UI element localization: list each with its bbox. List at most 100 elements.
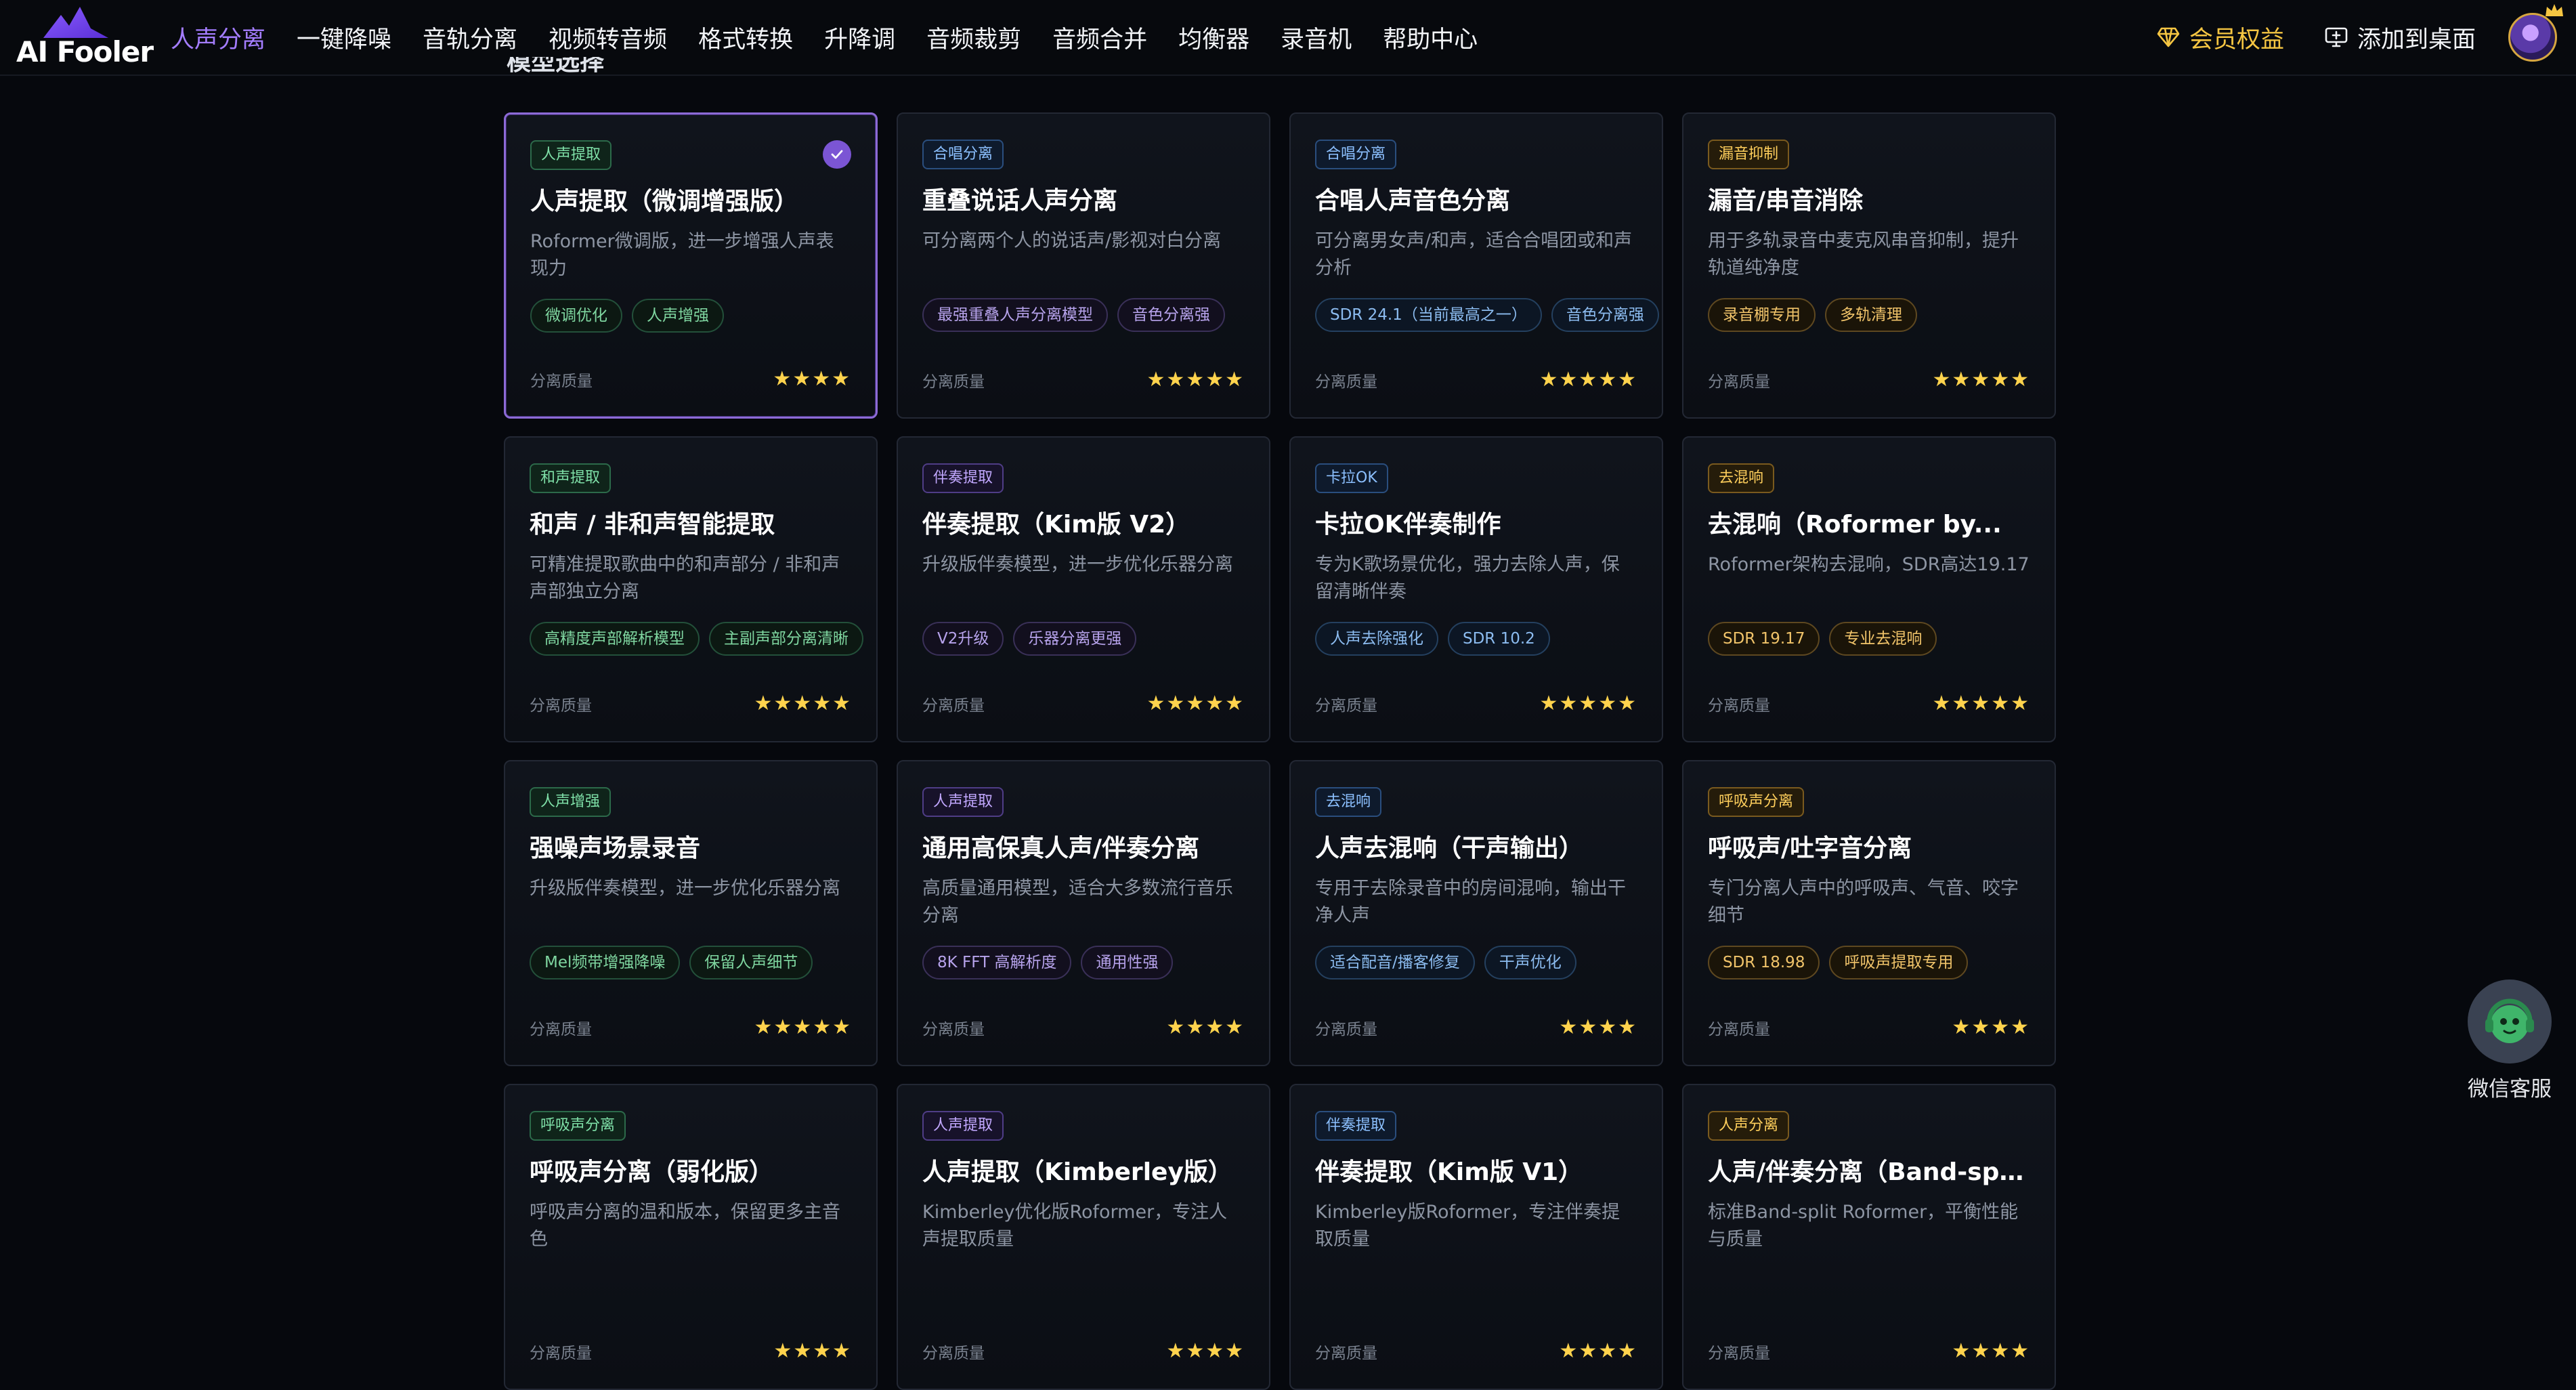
category-badge: 合唱分离 (922, 140, 1004, 169)
wechat-service-button[interactable]: 微信客服 (2462, 980, 2557, 1102)
category-badge: 人声分离 (1708, 1111, 1790, 1141)
tag-list: SDR 19.17 专业去混响 (1708, 622, 2030, 656)
card-footer: 分离质量 ★★★★★ (530, 1015, 852, 1039)
model-card[interactable]: 合唱分离合唱人声音色分离可分离男女声/和声，适合合唱团或和声分析 SDR 24.1… (1289, 112, 1663, 419)
tag-list: Mel频带增强降噪 保留人声细节 (530, 946, 852, 980)
logo[interactable]: AI Fooler (16, 5, 154, 70)
nav-item-track-separation[interactable]: 音轨分离 (423, 20, 517, 55)
card-footer: 分离质量 ★★★★ (1315, 1015, 1637, 1039)
tag-list: 人声去除强化 SDR 10.2 (1315, 622, 1637, 656)
category-badge: 呼吸声分离 (1708, 787, 1805, 817)
nav-item-audio-merge[interactable]: 音频合并 (1052, 20, 1147, 55)
tag-list: 适合配音/播客修复 干声优化 (1315, 946, 1637, 980)
nav-item-format-convert[interactable]: 格式转换 (698, 20, 793, 55)
star-rating-icon: ★★★★ (1166, 1339, 1245, 1363)
section-title: 模型选择 (507, 57, 604, 80)
add-to-desktop-button[interactable]: 添加到桌面 (2325, 20, 2476, 55)
category-badge: 卡拉OK (1315, 463, 1388, 493)
category-badge: 伴奏提取 (1315, 1111, 1397, 1141)
star-rating-icon: ★★★★★ (1932, 692, 2030, 715)
model-card-grid: 人声提取 人声提取（微调增强版） Roformer微调版，进一步增强人声表现力 微调优… (504, 112, 2056, 1390)
quality-label: 分离质量 (922, 696, 985, 715)
quality-label: 分离质量 (1315, 696, 1377, 715)
card-footer: 分离质量 ★★★★★ (922, 368, 1245, 392)
avatar[interactable] (2508, 4, 2563, 62)
quality-label: 分离质量 (1708, 696, 1770, 715)
card-description: Kimberley优化版Roformer，专注人声提取质量 (922, 1202, 1228, 1250)
model-card[interactable]: 去混响 人声去混响（干声输出） 专用于去除录音中的房间混响，输出干净人声 适合配音/播… (1289, 760, 1663, 1066)
card-title: 漏音/串音消除 (1708, 187, 1864, 215)
star-rating-icon: ★★★★ (773, 1339, 852, 1363)
nav-item-denoise[interactable]: 一键降噪 (297, 20, 391, 55)
wechat-service-label: 微信客服 (2468, 1077, 2552, 1101)
model-card[interactable]: 人声提取 通用高保真人声/伴奏分离 高质量通用模型，适合大多数流行音乐分离 8K FF… (897, 760, 1270, 1066)
vip-benefits-button[interactable]: 会员权益 (2157, 20, 2284, 55)
model-card[interactable]: 漏音抑制 漏音/串音消除 用于多轨录音中麦克风串音抑制，提升轨道纯净度 录音棚专用 多轨… (1682, 112, 2056, 419)
feature-tag: 录音棚专用 (1708, 298, 1816, 332)
tag-list: 8K FFT 高解析度 通用性强 (922, 946, 1245, 980)
card-title: 通用高保真人声/伴奏分离 (922, 835, 1200, 862)
card-description: Roformer架构去混响，SDR高达19.17 (1708, 554, 2030, 575)
star-rating-icon: ★★★★★ (1932, 368, 2030, 392)
nav-item-video-to-audio[interactable]: 视频转音频 (549, 20, 667, 55)
category-badge: 去混响 (1708, 463, 1775, 493)
card-description: 升级版伴奏模型，进一步优化乐器分离 (530, 878, 840, 899)
tag-list: 微调优化 人声增强 (530, 299, 851, 333)
card-description: Kimberley版Roformer，专注伴奏提取质量 (1315, 1202, 1620, 1250)
star-rating-icon: ★★★★★ (754, 692, 852, 715)
card-footer: 分离质量 ★★★★★ (530, 692, 852, 715)
model-card[interactable]: 呼吸声分离 呼吸声分离（弱化版） 呼吸声分离的温和版本，保留更多主音色 分离质量 ★★★… (504, 1084, 878, 1390)
card-description: 可分离男女声/和声，适合合唱团或和声分析 (1315, 230, 1633, 278)
feature-tag: 高精度声部解析模型 (530, 622, 700, 656)
main-nav: 人声分离 一键降噪 音轨分离 视频转音频 格式转换 升降调 音频裁剪 音频合并 … (171, 0, 1509, 75)
card-description: 可精准提取歌曲中的和声部分 / 非和声声部独立分离 (530, 554, 840, 602)
quality-label: 分离质量 (922, 1020, 985, 1038)
model-card[interactable]: 伴奏提取 伴奏提取（Kim版 V1） Kimberley版Roformer，专注伴奏… (1289, 1084, 1663, 1390)
star-rating-icon: ★★★★ (1952, 1015, 2030, 1039)
card-title: 人声提取（微调增强版） (530, 188, 799, 215)
nav-item-equalizer[interactable]: 均衡器 (1178, 20, 1249, 55)
nav-item-pitch-shift[interactable]: 升降调 (824, 20, 895, 55)
logo-wave-icon (43, 7, 108, 38)
card-description: Roformer微调版，进一步增强人声表现力 (530, 231, 834, 279)
feature-tag: SDR 24.1（当前最高之一） (1315, 298, 1542, 332)
category-badge: 合唱分离 (1315, 140, 1397, 169)
nav-item-audio-trim[interactable]: 音频裁剪 (926, 20, 1021, 55)
quality-label: 分离质量 (530, 696, 592, 715)
card-title: 呼吸声/吐字音分离 (1708, 835, 1912, 862)
nav-item-vocal-separation[interactable]: 人声分离 (171, 20, 265, 55)
feature-tag: 乐器分离更强 (1013, 622, 1137, 656)
diamond-icon (2157, 27, 2180, 47)
tag-list: 高精度声部解析模型 主副声部分离清晰 (530, 622, 863, 656)
feature-tag: SDR 19.17 (1708, 622, 1820, 656)
monitor-icon (2325, 27, 2348, 47)
feature-tag: 音色分离强 (1551, 298, 1659, 332)
card-title: 人声提取（Kimberley版） (922, 1158, 1232, 1186)
model-card[interactable]: 去混响 去混响（Roformer by... Roformer架构去混响，SDR高达… (1682, 436, 2056, 742)
feature-tag: 人声去除强化 (1315, 622, 1438, 656)
card-description: 用于多轨录音中麦克风串音抑制，提升轨道纯净度 (1708, 230, 2019, 278)
model-card[interactable]: 人声分离 人声/伴奏分离（Band-split） 标准Band-split Rofo… (1682, 1084, 2056, 1390)
category-badge: 漏音抑制 (1708, 140, 1790, 169)
nav-item-recorder[interactable]: 录音机 (1281, 20, 1352, 55)
model-card[interactable]: 卡拉OK 卡拉OK伴奏制作 专为K歌场景优化，强力去除人声，保留清晰伴奏 人声去除强化… (1289, 436, 1663, 742)
card-footer: 分离质量 ★★★★★ (922, 692, 1245, 715)
nav-item-help-center[interactable]: 帮助中心 (1383, 20, 1478, 55)
model-card[interactable]: 人声增强 强噪声场景录音 升级版伴奏模型，进一步优化乐器分离 Mel频带增强降噪 保留人… (504, 760, 878, 1066)
quality-label: 分离质量 (1315, 1344, 1377, 1362)
card-title: 人声/伴奏分离（Band-split） (1708, 1158, 2030, 1186)
model-card[interactable]: 人声提取 人声提取（微调增强版） Roformer微调版，进一步增强人声表现力 微调优… (504, 112, 878, 419)
model-card[interactable]: 和声提取 和声 / 非和声智能提取 可精准提取歌曲中的和声部分 / 非和声声部独立分… (504, 436, 878, 742)
card-title: 合唱人声音色分离 (1315, 187, 1511, 215)
category-badge: 伴奏提取 (922, 463, 1004, 493)
feature-tag: 保留人声细节 (689, 946, 813, 980)
model-card[interactable]: 人声提取 人声提取（Kimberley版） Kimberley优化版Roformer… (897, 1084, 1270, 1390)
feature-tag: 音色分离强 (1117, 298, 1225, 332)
feature-tag: 专业去混响 (1829, 622, 1937, 656)
model-card[interactable]: 呼吸声分离 呼吸声/吐字音分离 专门分离人声中的呼吸声、气音、咬字细节 SDR 18.… (1682, 760, 2056, 1066)
model-card[interactable]: 合唱分离 重叠说话人声分离 可分离两个人的说话声/影视对白分离 最强重叠人声分离模型音… (897, 112, 1270, 419)
model-card[interactable]: 伴奏提取 伴奏提取（Kim版 V2） 升级版伴奏模型，进一步优化乐器分离 V2升级 乐器… (897, 436, 1270, 742)
card-title: 重叠说话人声分离 (922, 187, 1118, 215)
card-description: 高质量通用模型，适合大多数流行音乐分离 (922, 878, 1233, 926)
star-rating-icon: ★★★★ (1952, 1339, 2030, 1363)
